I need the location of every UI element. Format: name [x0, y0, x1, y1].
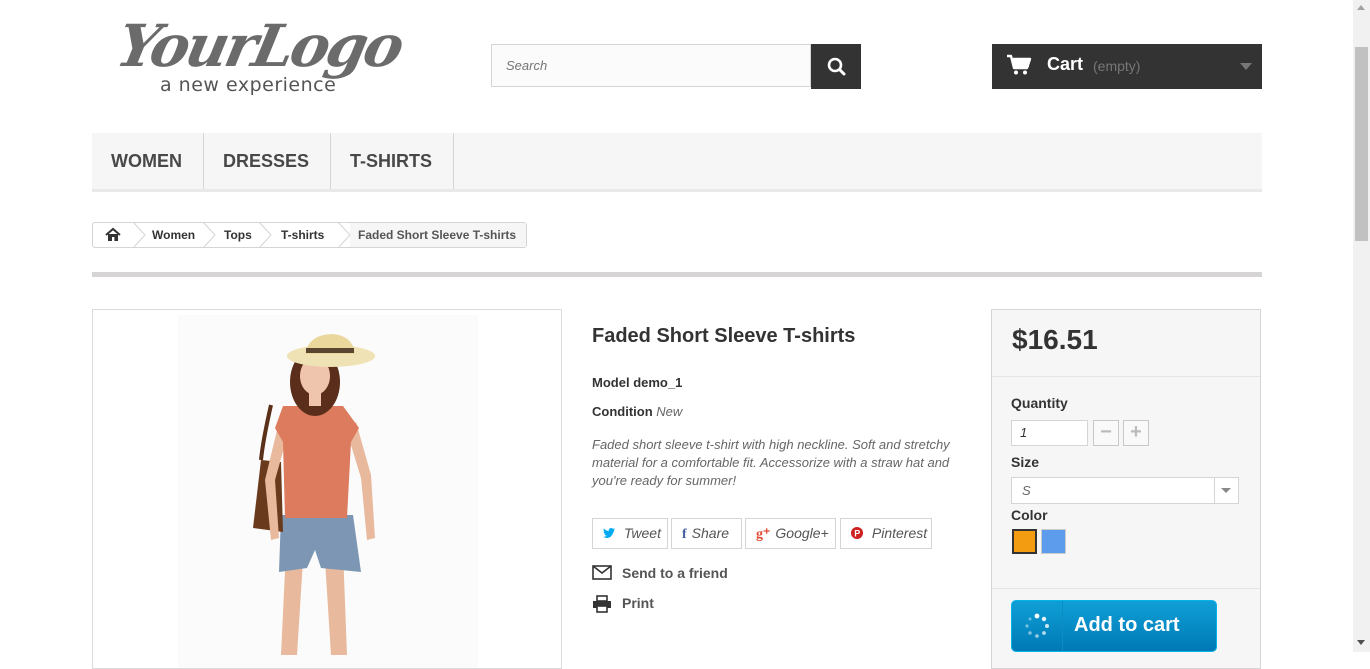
tweet-button[interactable]: Tweet — [592, 518, 668, 549]
logo-wordmark: YourLogo — [110, 12, 408, 80]
cart-block[interactable]: Cart (empty) — [992, 44, 1262, 89]
top-menu: WOMEN DRESSES T-SHIRTS — [92, 133, 1262, 192]
size-label: Size — [1011, 454, 1040, 470]
chevron-down-icon — [1240, 63, 1252, 70]
quantity-minus-button[interactable]: − — [1093, 420, 1119, 446]
menu-item-tshirts[interactable]: T-SHIRTS — [331, 133, 454, 189]
send-to-friend-label: Send to a friend — [622, 565, 728, 581]
price-area: $16.51 — [992, 310, 1260, 377]
scroll-up-arrow-icon[interactable] — [1357, 5, 1365, 10]
cart-status: (empty) — [1093, 58, 1141, 74]
site-logo[interactable]: YourLogo a new experience — [111, 12, 408, 98]
svg-text:P: P — [854, 529, 860, 539]
page-scrollbar[interactable] — [1353, 0, 1370, 652]
menu-item-dresses[interactable]: DRESSES — [204, 133, 331, 189]
breadcrumb-separator — [258, 222, 272, 248]
product-model: Model demo_1 — [592, 375, 682, 390]
size-select[interactable]: S — [1011, 477, 1239, 504]
scroll-down-arrow-icon[interactable] — [1357, 640, 1365, 645]
send-to-friend-link[interactable]: Send to a friend — [592, 565, 792, 583]
chevron-down-icon — [1214, 478, 1238, 503]
product-photo — [93, 310, 561, 668]
breadcrumb-item-tops[interactable]: Tops — [224, 223, 252, 247]
condition-value: New — [656, 404, 683, 419]
color-swatch-orange[interactable] — [1012, 529, 1037, 554]
breadcrumb-separator — [132, 222, 146, 248]
size-value: S — [1022, 483, 1031, 498]
home-icon — [105, 227, 121, 241]
google-plus-label: Google+ — [775, 525, 829, 541]
logo-tagline: a new experience — [160, 74, 337, 96]
breadcrumb-item-tshirts[interactable]: T-shirts — [281, 223, 324, 247]
search-icon — [827, 57, 846, 76]
print-icon — [593, 595, 611, 613]
facebook-icon: f — [682, 527, 687, 542]
divider — [92, 272, 1262, 277]
cart-icon — [1007, 54, 1032, 75]
model-value: demo_1 — [633, 375, 683, 390]
pinterest-button[interactable]: P Pinterest — [840, 518, 932, 549]
color-swatch-blue[interactable] — [1041, 529, 1066, 554]
breadcrumb-current: Faded Short Sleeve T-shirts — [350, 223, 526, 247]
search-button[interactable] — [811, 44, 861, 89]
share-button[interactable]: f Share — [671, 518, 742, 549]
search-field[interactable] — [491, 44, 811, 87]
breadcrumb-home[interactable] — [93, 223, 133, 247]
product-condition: Condition New — [592, 404, 682, 419]
pinterest-icon: P — [851, 525, 867, 541]
product-price: $16.51 — [1012, 324, 1098, 355]
color-label: Color — [1011, 507, 1048, 523]
breadcrumb-item-women[interactable]: Women — [152, 223, 195, 247]
breadcrumb-separator — [202, 222, 216, 248]
product-image[interactable] — [92, 309, 562, 669]
quantity-input[interactable]: 1 — [1011, 420, 1088, 446]
google-plus-button[interactable]: g⁺ Google+ — [745, 518, 836, 549]
buy-block: $16.51 Quantity 1 − + Size S Color Add t… — [991, 309, 1261, 669]
add-to-cart-label: Add to cart — [1074, 614, 1180, 636]
menu-item-women[interactable]: WOMEN — [92, 133, 204, 189]
product-description: Faded short sleeve t-shirt with high nec… — [592, 437, 950, 488]
twitter-icon — [603, 525, 619, 541]
tweet-label: Tweet — [623, 525, 661, 541]
quantity-label: Quantity — [1011, 395, 1068, 411]
pinterest-label: Pinterest — [871, 525, 928, 541]
google-plus-icon: g⁺ — [756, 527, 771, 542]
condition-label: Condition — [592, 404, 653, 419]
print-link[interactable]: Print — [592, 595, 712, 613]
envelope-icon — [592, 565, 612, 580]
model-label: Model — [592, 375, 630, 390]
print-label: Print — [622, 595, 654, 611]
quantity-plus-button[interactable]: + — [1123, 420, 1149, 446]
search-input[interactable] — [492, 45, 810, 86]
breadcrumb: Women Tops T-shirts Faded Short Sleeve T… — [92, 222, 527, 248]
add-to-cart-button[interactable]: Add to cart — [1011, 600, 1217, 652]
product-title: Faded Short Sleeve T-shirts — [592, 325, 856, 347]
divider — [992, 588, 1260, 589]
cart-label: Cart — [1047, 54, 1084, 74]
share-label: Share — [691, 525, 730, 541]
scrollbar-thumb[interactable] — [1355, 47, 1368, 241]
loading-spinner-icon — [1012, 601, 1063, 651]
